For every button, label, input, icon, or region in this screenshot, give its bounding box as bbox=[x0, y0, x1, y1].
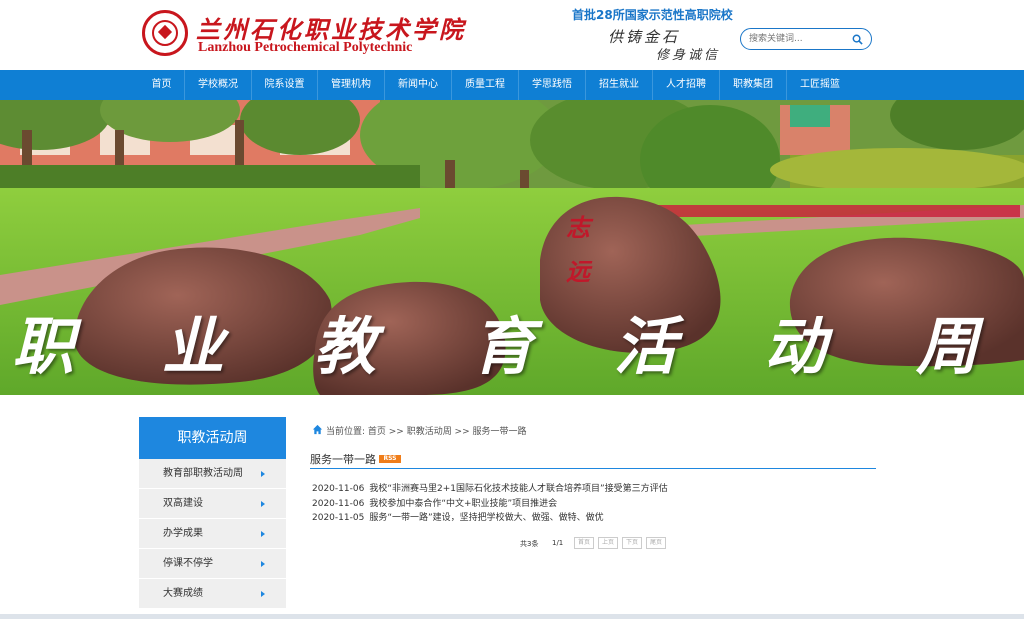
pager-total: 共3条 bbox=[520, 540, 539, 548]
nav-item-departments[interactable]: 院系设置 bbox=[251, 70, 317, 100]
site-logo[interactable]: 兰州石化职业技术学院 Lanzhou Petrochemical Polytec… bbox=[142, 8, 463, 64]
home-icon bbox=[312, 424, 323, 435]
news-title[interactable]: 我校参加中泰合作“中文+职业技能”项目推进会 bbox=[369, 499, 557, 509]
nav-item-quality[interactable]: 质量工程 bbox=[451, 70, 518, 100]
nav-item-craftsman[interactable]: 工匠摇篮 bbox=[786, 70, 853, 100]
hero-banner: 职 业 教 育 活 动 周 志远 bbox=[0, 100, 1024, 395]
news-date: 2020-11-06 bbox=[312, 498, 365, 509]
header-tagline: 首批28所国家示范性高职院校 bbox=[572, 8, 733, 22]
banner-char-7: 周 bbox=[916, 310, 979, 383]
rss-icon[interactable]: RSS bbox=[379, 455, 401, 463]
banner-char-5: 活 bbox=[614, 310, 677, 383]
next-page-button[interactable]: 下页 bbox=[622, 537, 642, 549]
logo-english-name: Lanzhou Petrochemical Polytechnic bbox=[198, 40, 413, 55]
nav-item-about[interactable]: 学校概况 bbox=[184, 70, 251, 100]
search-icon[interactable] bbox=[852, 34, 863, 45]
last-page-button[interactable]: 尾页 bbox=[646, 537, 666, 549]
chevron-right-icon bbox=[261, 561, 265, 567]
nav-item-home[interactable]: 首页 bbox=[139, 70, 184, 100]
first-page-button[interactable]: 首页 bbox=[574, 537, 594, 549]
list-item[interactable]: 2020-11-05 服务“一带一路”建设，坚持把学校做大、做强、做特、做优 bbox=[312, 511, 878, 526]
sidebar-item-label: 双高建设 bbox=[163, 498, 203, 509]
nav-item-recruitment[interactable]: 人才招聘 bbox=[652, 70, 719, 100]
nav-item-admissions[interactable]: 招生就业 bbox=[585, 70, 652, 100]
sidebar-item-label: 大赛成绩 bbox=[163, 588, 203, 599]
news-list: 2020-11-06 我校“非洲赛马里2+1国际石化技术技能人才联合培养项目”接受… bbox=[312, 482, 878, 526]
sidebar-item-moe-activity-week[interactable]: 教育部职教活动周 bbox=[139, 459, 286, 489]
section-header: 服务一带一路 RSS bbox=[310, 448, 876, 469]
banner-char-4: 育 bbox=[472, 310, 535, 383]
chevron-right-icon bbox=[261, 471, 265, 477]
search-box bbox=[740, 28, 872, 50]
breadcrumb-text[interactable]: 当前位置: 首页 >> 职教活动周 >> 服务一带一路 bbox=[326, 424, 527, 437]
list-item[interactable]: 2020-11-06 我校“非洲赛马里2+1国际石化技术技能人才联合培养项目”接受… bbox=[312, 482, 878, 497]
sidebar-item-competition-results[interactable]: 大赛成绩 bbox=[139, 579, 286, 609]
taskbar-strip bbox=[0, 614, 1024, 619]
sidebar: 职教活动周 教育部职教活动周 双高建设 办学成果 停课不停学 大赛成绩 bbox=[139, 417, 286, 619]
sidebar-item-label: 停课不停学 bbox=[163, 558, 213, 569]
news-date: 2020-11-06 bbox=[312, 484, 365, 494]
news-title[interactable]: 我校“非洲赛马里2+1国际石化技术技能人才联合培养项目”接受第三方评估 bbox=[369, 484, 667, 494]
search-input[interactable] bbox=[749, 31, 849, 47]
nav-item-vocational-group[interactable]: 职教集团 bbox=[719, 70, 786, 100]
sidebar-item-double-high[interactable]: 双高建设 bbox=[139, 489, 286, 519]
nav-item-administration[interactable]: 管理机构 bbox=[317, 70, 384, 100]
site-header: 兰州石化职业技术学院 Lanzhou Petrochemical Polytec… bbox=[0, 0, 1024, 70]
section-title: 服务一带一路 bbox=[310, 453, 376, 466]
sidebar-item-online-learning[interactable]: 停课不停学 bbox=[139, 549, 286, 579]
banner-char-6: 动 bbox=[764, 310, 827, 383]
banner-title: 职 业 教 育 活 动 周 bbox=[0, 296, 1024, 383]
banner-char-1: 职 bbox=[12, 310, 75, 383]
rock-inscription: 志远 bbox=[566, 213, 590, 286]
motto-line-2: 修身诚信 bbox=[656, 48, 721, 63]
sidebar-title: 职教活动周 bbox=[139, 417, 286, 459]
nav-item-study[interactable]: 学思践悟 bbox=[518, 70, 585, 100]
main-content: 当前位置: 首页 >> 职教活动周 >> 服务一带一路 服务一带一路 RSS 2… bbox=[310, 420, 876, 619]
pager-pages: 1/1 bbox=[552, 539, 564, 547]
sidebar-item-label: 教育部职教活动周 bbox=[163, 468, 243, 479]
chevron-right-icon bbox=[261, 591, 265, 597]
main-nav: 首页 学校概况 院系设置 管理机构 新闻中心 质量工程 学思践悟 招生就业 人才… bbox=[0, 70, 1024, 100]
banner-char-3: 教 bbox=[314, 310, 377, 383]
chevron-right-icon bbox=[261, 501, 265, 507]
news-date: 2020-11-05 bbox=[312, 513, 365, 523]
prev-page-button[interactable]: 上页 bbox=[598, 537, 618, 549]
sidebar-item-label: 办学成果 bbox=[163, 528, 203, 539]
banner-char-2: 业 bbox=[162, 310, 225, 383]
chevron-right-icon bbox=[261, 531, 265, 537]
school-emblem-icon bbox=[142, 10, 188, 56]
news-title[interactable]: 服务“一带一路”建设，坚持把学校做大、做强、做特、做优 bbox=[369, 513, 603, 523]
nav-item-news[interactable]: 新闻中心 bbox=[384, 70, 451, 100]
sidebar-item-achievements[interactable]: 办学成果 bbox=[139, 519, 286, 549]
list-item[interactable]: 2020-11-06 我校参加中泰合作“中文+职业技能”项目推进会 bbox=[312, 497, 878, 512]
